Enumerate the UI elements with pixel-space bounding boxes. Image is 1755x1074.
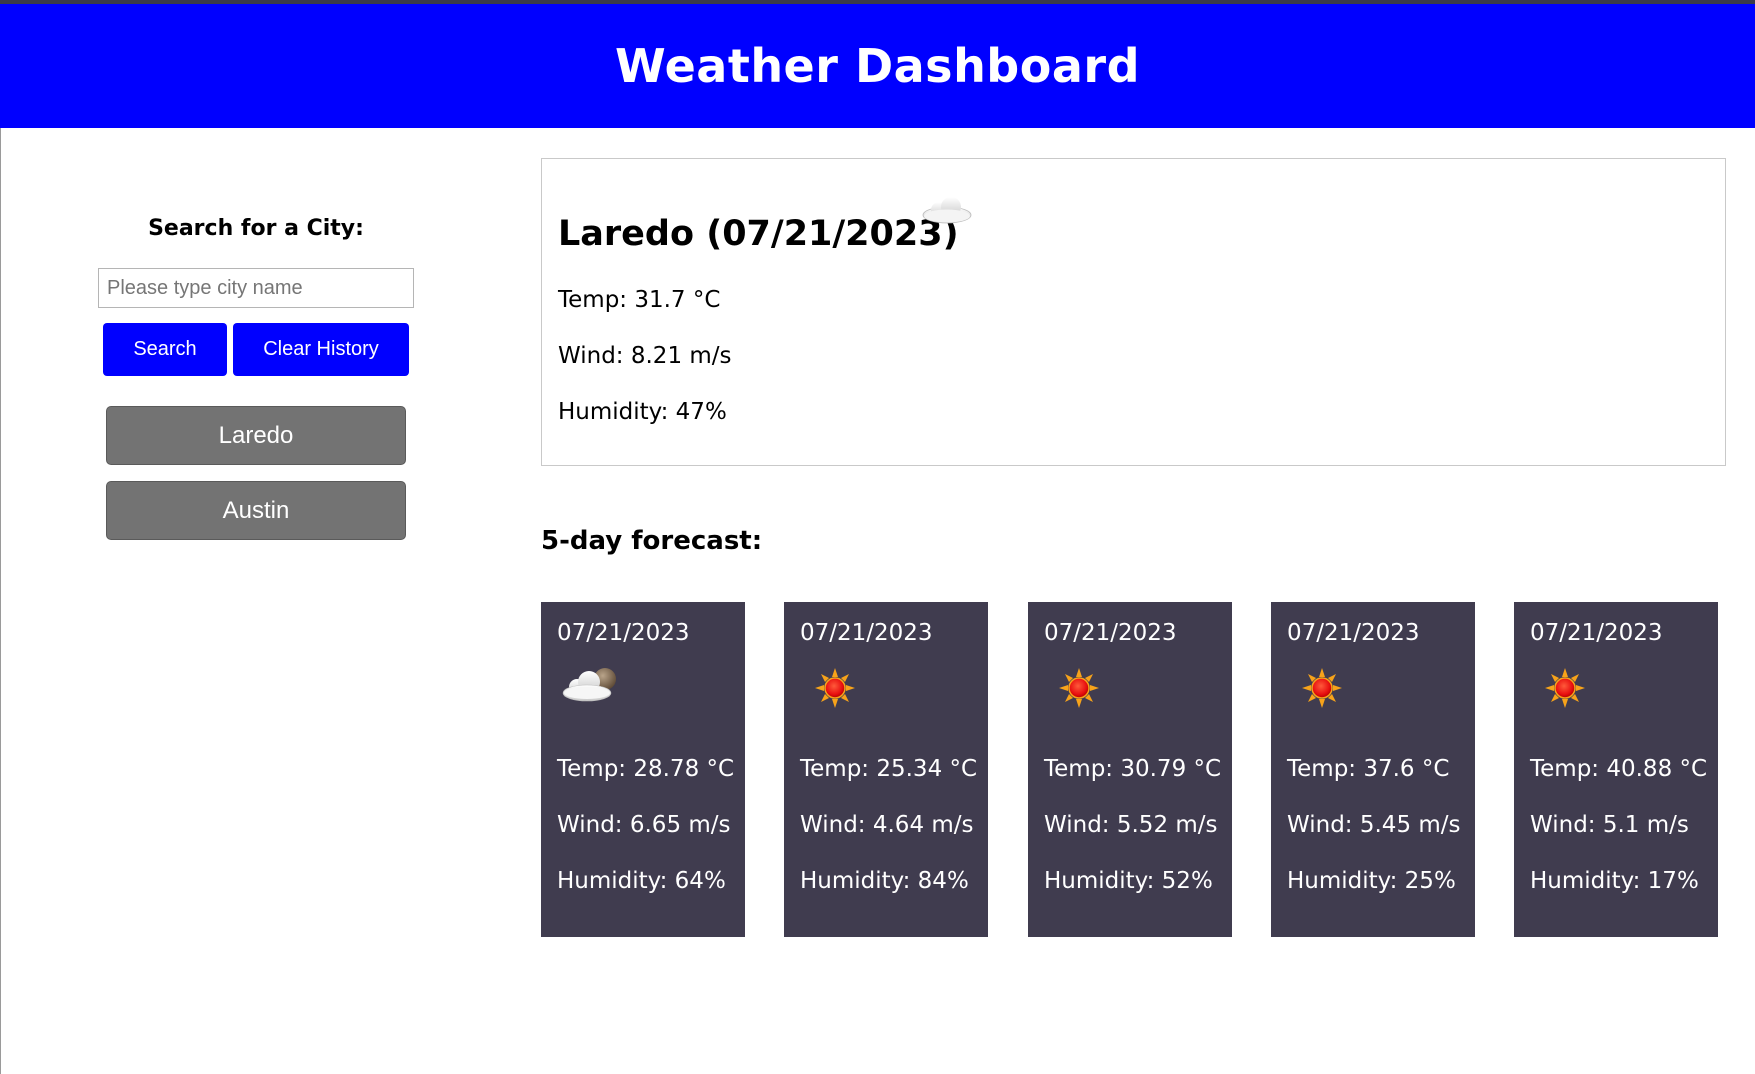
history-item-laredo[interactable]: Laredo: [106, 406, 406, 465]
clear-history-button[interactable]: Clear History: [233, 323, 409, 376]
forecast-wind: Wind: 5.1 m/s: [1530, 812, 1689, 838]
forecast-date: 07/21/2023: [1044, 620, 1177, 646]
forecast-humidity: Humidity: 64%: [557, 868, 726, 894]
forecast-card: 07/21/2023 Temp: 37.6 °C Wind: 5.45 m/s …: [1271, 602, 1475, 937]
forecast-temp: Temp: 37.6 °C: [1287, 756, 1450, 782]
sidebar: Search for a City: Search Clear History …: [0, 128, 512, 1074]
forecast-wind: Wind: 5.52 m/s: [1044, 812, 1218, 838]
page-title: Weather Dashboard: [614, 39, 1140, 93]
forecast-humidity: Humidity: 52%: [1044, 868, 1213, 894]
sun-icon: [815, 668, 855, 708]
sun-icon: [1545, 668, 1585, 708]
forecast-date: 07/21/2023: [557, 620, 690, 646]
current-temp: Temp: 31.7 °C: [558, 287, 721, 313]
forecast-card: 07/21/2023 Temp: 30.79 °C Wind: 5.52 m/s…: [1028, 602, 1232, 937]
cloud-icon: [922, 197, 972, 224]
forecast-humidity: Humidity: 17%: [1530, 868, 1699, 894]
sun-icon: [1302, 668, 1342, 708]
forecast-humidity: Humidity: 84%: [800, 868, 969, 894]
forecast-temp: Temp: 25.34 °C: [800, 756, 978, 782]
history-item-austin[interactable]: Austin: [106, 481, 406, 540]
forecast-temp: Temp: 40.88 °C: [1530, 756, 1708, 782]
search-button[interactable]: Search: [103, 323, 227, 376]
sun-icon: [1059, 668, 1099, 708]
forecast-heading: 5-day forecast:: [541, 526, 763, 556]
app-header: Weather Dashboard: [0, 4, 1755, 128]
forecast-wind: Wind: 6.65 m/s: [557, 812, 731, 838]
current-wind: Wind: 8.21 m/s: [558, 343, 732, 369]
forecast-date: 07/21/2023: [1530, 620, 1663, 646]
forecast-card: 07/21/2023 Temp: 40.88 °C Wind: 5.1 m/s …: [1514, 602, 1718, 937]
forecast-wind: Wind: 5.45 m/s: [1287, 812, 1461, 838]
partly-cloudy-icon: [562, 668, 616, 702]
forecast-card: 07/21/2023 Temp: 28.78 °C Wind: 6.65 m/s…: [541, 602, 745, 937]
current-humidity: Humidity: 47%: [558, 399, 727, 425]
search-label: Search for a City:: [148, 216, 364, 241]
forecast-wind: Wind: 4.64 m/s: [800, 812, 974, 838]
current-weather-card: Laredo (07/21/2023) Temp: 31.7 °C Wind: …: [541, 158, 1726, 466]
forecast-temp: Temp: 28.78 °C: [557, 756, 735, 782]
city-search-input[interactable]: [98, 268, 414, 308]
forecast-temp: Temp: 30.79 °C: [1044, 756, 1222, 782]
forecast-date: 07/21/2023: [1287, 620, 1420, 646]
current-city-title: Laredo (07/21/2023): [558, 214, 959, 254]
forecast-date: 07/21/2023: [800, 620, 933, 646]
forecast-humidity: Humidity: 25%: [1287, 868, 1456, 894]
forecast-card: 07/21/2023 Temp: 25.34 °C Wind: 4.64 m/s…: [784, 602, 988, 937]
